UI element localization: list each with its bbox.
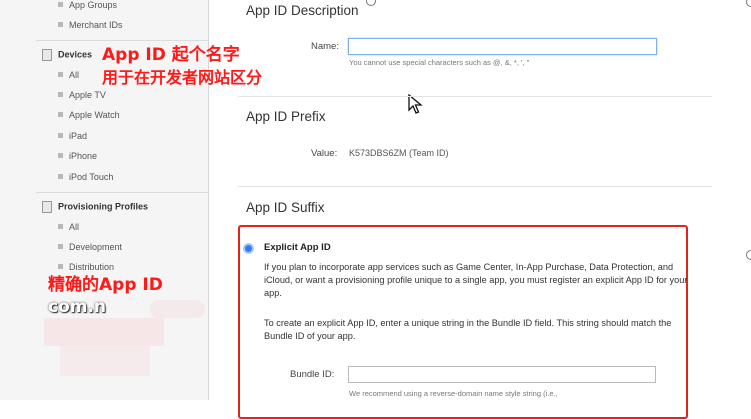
- sidebar-item-ipod-touch[interactable]: iPod Touch: [58, 172, 113, 182]
- explicit-app-id-instructions: To create an explicit App ID, enter a un…: [264, 318, 672, 341]
- sidebar-item-ipad[interactable]: iPad: [58, 131, 87, 141]
- section-title-suffix: App ID Suffix: [246, 200, 325, 215]
- sidebar-item-apple-tv[interactable]: Apple TV: [58, 90, 106, 100]
- explicit-app-id-label: Explicit App ID: [264, 242, 331, 253]
- explicit-app-id-description: If you plan to incorporate app services …: [264, 262, 688, 298]
- sidebar-item-devices-all[interactable]: All: [58, 70, 79, 80]
- sidebar-item-profiles-all[interactable]: All: [58, 222, 79, 232]
- bullet-icon: [58, 72, 63, 78]
- redacted-area: [150, 300, 205, 318]
- explicit-app-id-radio[interactable]: [243, 243, 254, 254]
- annotation-name-purpose-2: 用于在开发者网站区分: [102, 68, 263, 87]
- bullet-icon: [58, 133, 63, 139]
- device-icon: [42, 49, 52, 61]
- bundle-id-hint: We recommend using a reverse-domain name…: [349, 389, 558, 398]
- annotation-explicit-id: 精确的App ID: [48, 275, 163, 295]
- annotation-bundle-example: com.n: [48, 297, 107, 317]
- sidebar-item-iphone[interactable]: iPhone: [58, 151, 97, 161]
- divider: [238, 186, 712, 187]
- bullet-icon: [58, 2, 63, 8]
- divider: [36, 192, 208, 193]
- sidebar-item-apple-watch[interactable]: Apple Watch: [58, 110, 120, 120]
- sidebar-section-devices: Devices: [42, 49, 92, 61]
- annotation-name-purpose: App ID 起个名字: [102, 45, 240, 65]
- name-label: Name:: [311, 41, 339, 52]
- bundle-id-label: Bundle ID:: [290, 369, 335, 380]
- bullet-icon: [58, 244, 63, 250]
- selection-handle: [746, 0, 751, 7]
- bundle-id-input[interactable]: [348, 366, 656, 383]
- section-title-prefix: App ID Prefix: [246, 109, 326, 124]
- sidebar-item-merchant-ids[interactable]: Merchant IDs: [58, 20, 123, 30]
- prefix-value: K573DBS6ZM (Team ID): [349, 148, 449, 158]
- document-icon: [42, 201, 52, 213]
- prefix-value-label: Value:: [311, 148, 338, 159]
- bullet-icon: [58, 22, 63, 28]
- sidebar-item-app-groups[interactable]: App Groups: [58, 0, 117, 10]
- bullet-icon: [58, 264, 63, 270]
- sidebar-section-provisioning-profiles: Provisioning Profiles: [42, 201, 148, 213]
- bullet-icon: [58, 224, 63, 230]
- sidebar-item-development[interactable]: Development: [58, 242, 122, 252]
- section-title-description: App ID Description: [246, 3, 359, 18]
- name-hint: You cannot use special characters such a…: [349, 58, 530, 67]
- bullet-icon: [58, 112, 63, 118]
- bullet-icon: [58, 92, 63, 98]
- divider: [238, 96, 712, 97]
- redacted-area: [44, 318, 164, 346]
- redacted-area: [60, 346, 150, 376]
- selection-handle: [366, 0, 376, 6]
- selection-handle: [746, 250, 751, 260]
- bullet-icon: [58, 174, 63, 180]
- name-input[interactable]: [348, 38, 657, 55]
- mouse-cursor-icon: [408, 93, 424, 121]
- bullet-icon: [58, 153, 63, 159]
